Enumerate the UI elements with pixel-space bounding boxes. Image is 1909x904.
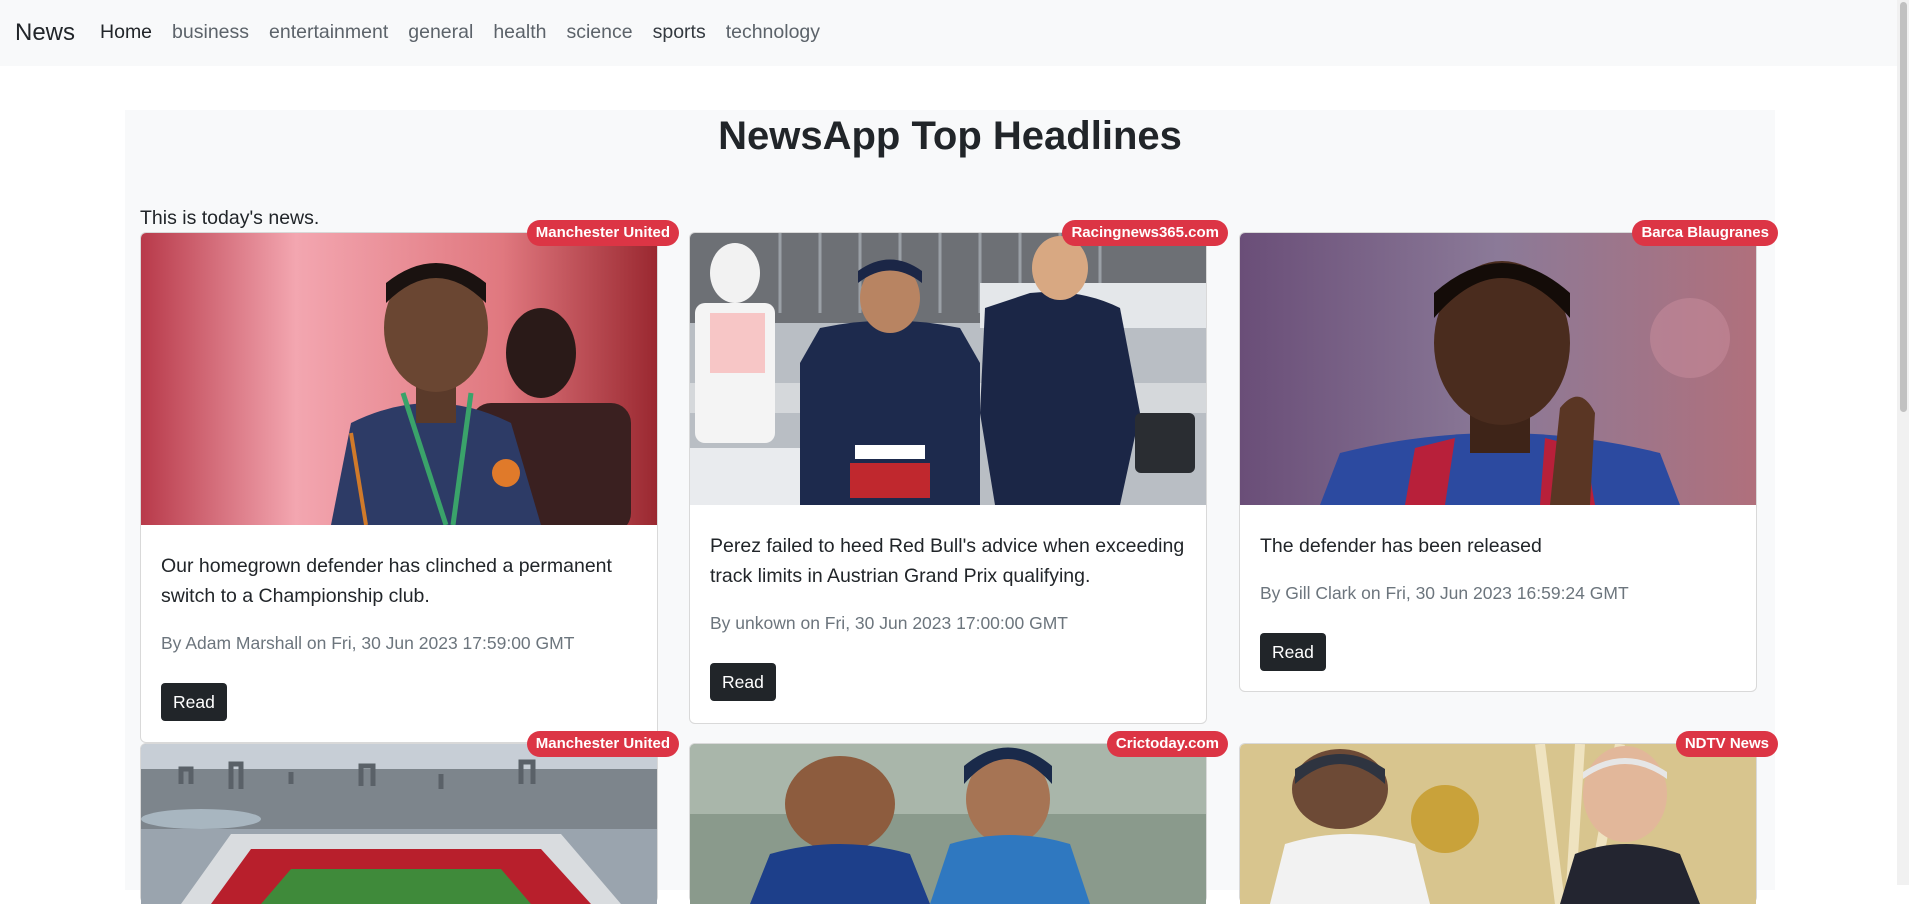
nav-link-business[interactable]: business bbox=[172, 23, 249, 43]
nav-link-general[interactable]: general bbox=[408, 23, 473, 43]
nav-link-entertainment[interactable]: entertainment bbox=[269, 23, 388, 43]
news-card-image bbox=[1240, 233, 1756, 505]
source-badge: Barca Blaugranes bbox=[1632, 220, 1778, 246]
source-badge: NDTV News bbox=[1675, 731, 1778, 757]
source-badge: Manchester United bbox=[526, 731, 679, 757]
news-card-meta: By unkown on Fri, 30 Jun 2023 17:00:00 G… bbox=[710, 613, 1068, 633]
navbar-brand[interactable]: News bbox=[15, 21, 75, 45]
navbar: News Home business entertainment general… bbox=[0, 0, 1909, 66]
news-card: The defender has been released By Gill C… bbox=[1239, 220, 1778, 692]
news-card-description: The defender has been released bbox=[1260, 535, 1542, 557]
source-badge: Racingnews365.com bbox=[1062, 220, 1228, 246]
page-subtitle: This is today's news. bbox=[140, 207, 320, 229]
nav-link-science[interactable]: science bbox=[566, 23, 632, 43]
read-button[interactable]: Read bbox=[710, 663, 776, 701]
news-card: Our homegrown defender has clinched a pe… bbox=[140, 220, 679, 743]
news-card: Manchester United bbox=[140, 731, 679, 904]
news-card-description: Our homegrown defender has clinched a pe… bbox=[161, 555, 612, 607]
news-card: Crictoday.com bbox=[689, 731, 1228, 904]
source-badge: Manchester United bbox=[526, 220, 679, 246]
nav-link-home[interactable]: Home bbox=[100, 23, 152, 43]
nav-link-sports[interactable]: sports bbox=[653, 23, 706, 43]
nav-link-technology[interactable]: technology bbox=[726, 23, 820, 43]
nav-link-health[interactable]: health bbox=[493, 23, 546, 43]
read-button[interactable]: Read bbox=[1260, 633, 1326, 671]
scrollbar-thumb[interactable] bbox=[1900, 2, 1907, 412]
news-card-image bbox=[690, 233, 1206, 505]
news-card-image bbox=[690, 744, 1206, 904]
news-card-body: The defender has been released By Gill C… bbox=[1260, 531, 1736, 671]
news-card-image bbox=[141, 744, 657, 904]
news-card-image bbox=[1240, 744, 1756, 904]
news-card-body: Perez failed to heed Red Bull's advice w… bbox=[710, 531, 1186, 701]
news-card-description: Perez failed to heed Red Bull's advice w… bbox=[710, 535, 1185, 587]
news-card-meta: By Adam Marshall on Fri, 30 Jun 2023 17:… bbox=[161, 633, 575, 653]
news-card-meta: By Gill Clark on Fri, 30 Jun 2023 16:59:… bbox=[1260, 583, 1629, 603]
news-card: NDTV News bbox=[1239, 731, 1778, 904]
page-title: NewsApp Top Headlines bbox=[718, 114, 1182, 158]
read-button[interactable]: Read bbox=[161, 683, 227, 721]
news-card-body: Our homegrown defender has clinched a pe… bbox=[161, 551, 637, 721]
news-card: Perez failed to heed Red Bull's advice w… bbox=[689, 220, 1228, 724]
source-badge: Crictoday.com bbox=[1106, 731, 1228, 757]
news-card-image bbox=[141, 233, 657, 525]
